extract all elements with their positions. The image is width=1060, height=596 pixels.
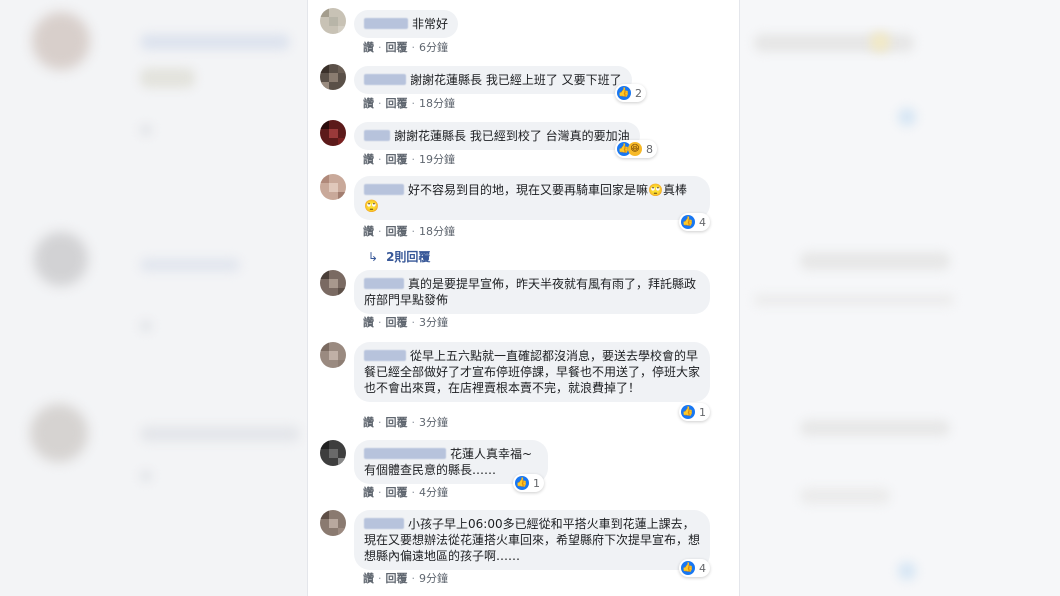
haha-reaction-icon: 😆 [628, 142, 642, 156]
reply-arrow-icon: ↳ [368, 250, 379, 264]
like-reaction-icon: 👍 [617, 86, 631, 100]
timestamp[interactable]: 18分鐘 [419, 97, 455, 110]
reactions-count[interactable]: 👍 1 [513, 474, 544, 492]
comment-text: 謝謝花蓮縣長 我已經到校了 台灣真的要加油 [394, 129, 630, 143]
like-link[interactable]: 讚 [363, 416, 374, 429]
comment-actions: 讚 · 回覆 · 19分鐘 [363, 153, 455, 166]
like-link[interactable]: 讚 [363, 486, 374, 499]
avatar[interactable] [320, 64, 346, 90]
comment-bubble: 真的是要提早宣佈，昨天半夜就有風有雨了，拜託縣政府部門早點發佈 [354, 270, 710, 314]
avatar[interactable] [320, 174, 346, 200]
comment-actions: 讚 · 回覆 · 6分鐘 [363, 41, 448, 54]
comment-bubble: 從早上五六點就一直確認都沒消息，要送去學校會的早餐已經全部做好了才宣布停班停課，… [354, 342, 710, 402]
like-link[interactable]: 讚 [363, 316, 374, 329]
reply-link[interactable]: 回覆 [386, 316, 408, 329]
comment-bubble: 謝謝花蓮縣長 我已經到校了 台灣真的要加油 [354, 122, 640, 150]
reactions-count[interactable]: 👍 4 [679, 213, 710, 231]
comment-bubble: 小孩子早上06:00多已經從和平搭火車到花蓮上課去，現在又要想辦法從花蓮搭火車回… [354, 510, 710, 570]
like-reaction-icon: 👍 [515, 476, 529, 490]
comment-bubble: 好不容易到目的地，現在又要再騎車回家是嘛🙄真棒🙄 [354, 176, 710, 220]
reactions-count[interactable]: 👍 4 [679, 559, 710, 577]
timestamp[interactable]: 19分鐘 [419, 153, 455, 166]
timestamp[interactable]: 4分鐘 [419, 486, 448, 499]
commenter-name-redacted[interactable] [364, 130, 390, 141]
reply-link[interactable]: 回覆 [386, 572, 408, 585]
comment-text: 小孩子早上06:00多已經從和平搭火車到花蓮上課去，現在又要想辦法從花蓮搭火車回… [364, 517, 701, 563]
timestamp[interactable]: 3分鐘 [419, 316, 448, 329]
comment-actions: 讚 · 回覆 · 3分鐘 [363, 416, 448, 429]
comment-actions: 讚 · 回覆 · 3分鐘 [363, 316, 448, 329]
reply-link[interactable]: 回覆 [386, 97, 408, 110]
like-link[interactable]: 讚 [363, 572, 374, 585]
comment-text: 真的是要提早宣佈，昨天半夜就有風有雨了，拜託縣政府部門早點發佈 [364, 277, 697, 307]
reply-link[interactable]: 回覆 [386, 225, 408, 238]
avatar[interactable] [320, 440, 346, 466]
reactions-count[interactable]: 👍 2 [615, 84, 646, 102]
comment-actions: 讚 · 回覆 · 18分鐘 [363, 225, 455, 238]
avatar[interactable] [320, 270, 346, 296]
like-reaction-icon: 👍 [681, 405, 695, 419]
timestamp[interactable]: 18分鐘 [419, 225, 455, 238]
commenter-name-redacted[interactable] [364, 74, 406, 85]
reactions-count[interactable]: 👍 😆 8 [615, 140, 657, 158]
comments-panel: 非常好 讚 · 回覆 · 6分鐘 謝謝花蓮縣長 我已經上班了 又要下班了 👍 2 讚 · 回覆… [307, 0, 740, 596]
reply-link[interactable]: 回覆 [386, 486, 408, 499]
comment-actions: 讚 · 回覆 · 9分鐘 [363, 572, 448, 585]
avatar[interactable] [320, 8, 346, 34]
comment-actions: 讚 · 回覆 · 4分鐘 [363, 486, 448, 499]
comment-bubble: 謝謝花蓮縣長 我已經上班了 又要下班了 [354, 66, 632, 94]
like-reaction-icon: 👍 [681, 561, 695, 575]
commenter-name-redacted[interactable] [364, 448, 446, 459]
like-link[interactable]: 讚 [363, 153, 374, 166]
commenter-name-redacted[interactable] [364, 184, 404, 195]
avatar[interactable] [320, 342, 346, 368]
like-reaction-icon: 👍 [681, 215, 695, 229]
avatar[interactable] [320, 120, 346, 146]
like-link[interactable]: 讚 [363, 41, 374, 54]
commenter-name-redacted[interactable] [364, 18, 408, 29]
view-replies-link[interactable]: ↳ 2則回覆 [368, 248, 430, 265]
commenter-name-redacted[interactable] [364, 518, 404, 529]
comment-bubble: 非常好 [354, 10, 459, 38]
comment-text: 非常好 [412, 17, 449, 31]
reactions-count[interactable]: 👍 1 [679, 403, 710, 421]
timestamp[interactable]: 9分鐘 [419, 572, 448, 585]
blurred-background-right [740, 0, 1060, 596]
comment-text: 謝謝花蓮縣長 我已經上班了 又要下班了 [410, 73, 622, 87]
like-link[interactable]: 讚 [363, 97, 374, 110]
reply-link[interactable]: 回覆 [386, 153, 408, 166]
reply-link[interactable]: 回覆 [386, 41, 408, 54]
comment-actions: 讚 · 回覆 · 18分鐘 [363, 97, 455, 110]
timestamp[interactable]: 3分鐘 [419, 416, 448, 429]
reply-link[interactable]: 回覆 [386, 416, 408, 429]
comment-text: 好不容易到目的地，現在又要再騎車回家是嘛🙄真棒🙄 [364, 183, 687, 213]
commenter-name-redacted[interactable] [364, 278, 404, 289]
comment-text: 從早上五六點就一直確認都沒消息，要送去學校會的早餐已經全部做好了才宣布停班停課，… [364, 349, 701, 395]
blurred-background-left [0, 0, 307, 596]
like-link[interactable]: 讚 [363, 225, 374, 238]
timestamp[interactable]: 6分鐘 [419, 41, 448, 54]
commenter-name-redacted[interactable] [364, 350, 406, 361]
avatar[interactable] [320, 510, 346, 536]
